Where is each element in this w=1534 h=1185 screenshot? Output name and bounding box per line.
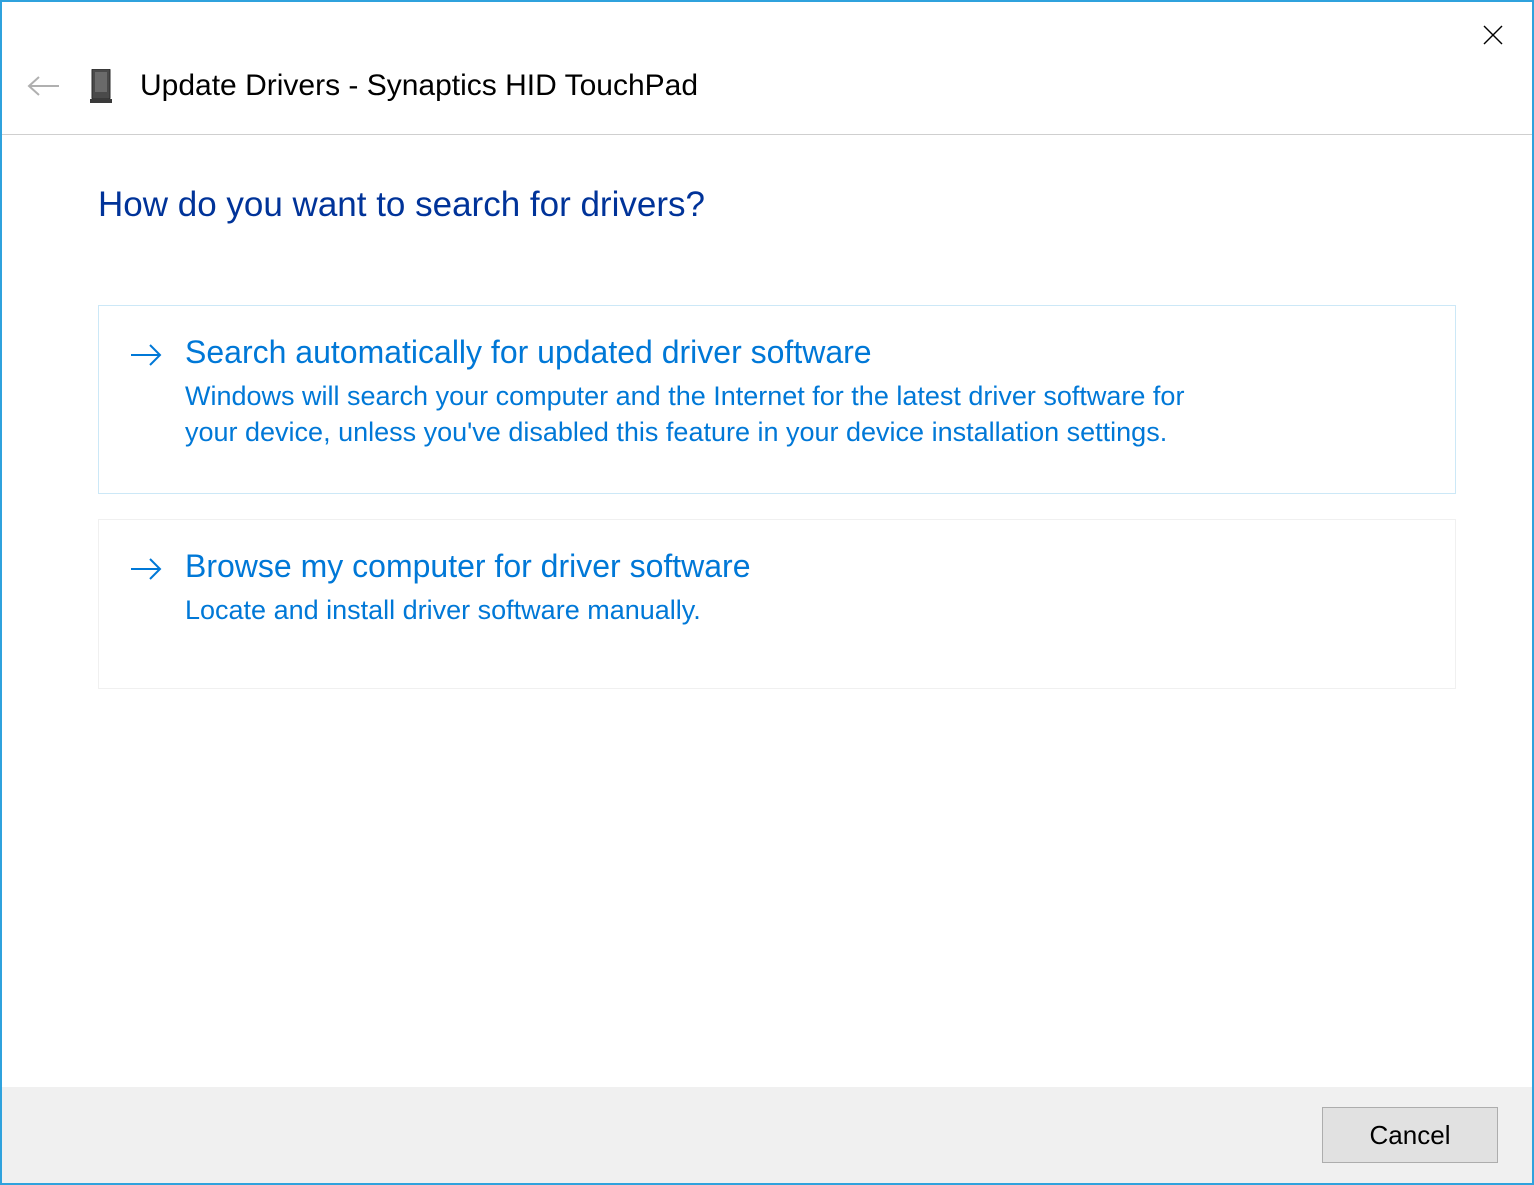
update-drivers-dialog: Update Drivers - Synaptics HID TouchPad … [0,0,1534,1185]
device-icon [90,69,112,103]
close-icon [1481,23,1505,47]
option-browse-computer[interactable]: Browse my computer for driver software L… [98,519,1456,689]
option-title: Browse my computer for driver software [185,546,1425,586]
close-button[interactable] [1476,18,1510,52]
option-search-automatically[interactable]: Search automatically for updated driver … [98,305,1456,494]
titlebar [2,2,1532,56]
back-arrow-icon [27,74,61,98]
wizard-question: How do you want to search for drivers? [98,185,1456,225]
back-button[interactable] [26,68,62,104]
dialog-footer: Cancel [2,1087,1532,1183]
cancel-button[interactable]: Cancel [1322,1107,1498,1163]
content-area: How do you want to search for drivers? S… [2,135,1532,1087]
option-description: Windows will search your computer and th… [185,378,1225,451]
arrow-right-icon [129,338,163,372]
option-title: Search automatically for updated driver … [185,332,1425,372]
header-row: Update Drivers - Synaptics HID TouchPad [2,56,1532,116]
arrow-right-icon [129,552,163,586]
option-description: Locate and install driver software manua… [185,592,1225,628]
dialog-title: Update Drivers - Synaptics HID TouchPad [140,71,698,101]
